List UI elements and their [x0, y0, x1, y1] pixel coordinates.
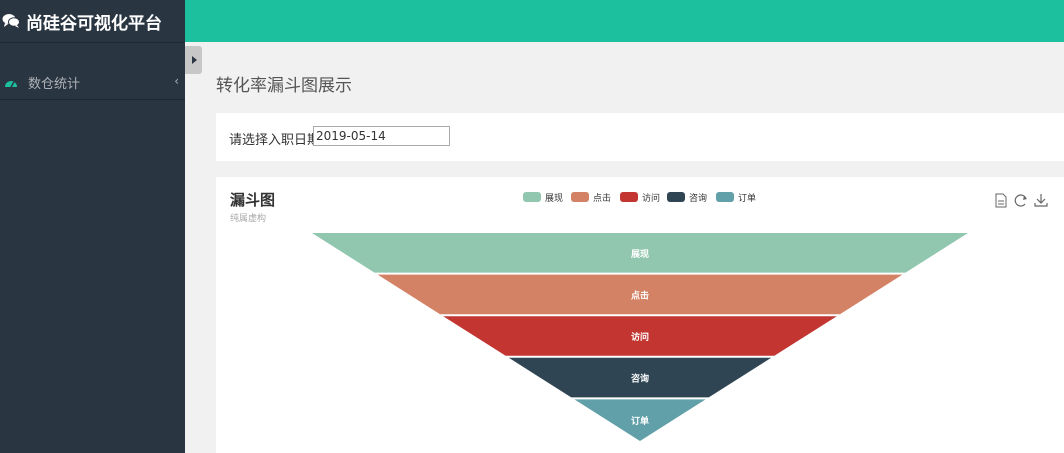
- funnel-segment-label: 订单: [631, 415, 649, 427]
- legend-label: 订单: [738, 192, 756, 204]
- chart-subtitle: 纯属虚构: [230, 212, 266, 224]
- caret-right-icon: [191, 56, 197, 64]
- sidebar: 尚硅谷可视化平台 数仓统计 ‹: [0, 0, 185, 453]
- legend-label: 访问: [642, 192, 660, 204]
- legend-swatch: [620, 192, 638, 202]
- legend-swatch: [667, 192, 685, 202]
- funnel-chart: 漏斗图纯属虚构展现 点击 访问 咨询 订单展现点击访问咨询订单: [230, 191, 1048, 441]
- legend-label: 展现: [545, 193, 563, 204]
- app-title: 尚硅谷可视化平台: [26, 13, 162, 34]
- legend-label: 点击: [593, 192, 611, 204]
- data-view-icon[interactable]: [995, 193, 1007, 208]
- chevron-left-icon: ‹: [174, 74, 179, 88]
- app-brand[interactable]: 尚硅谷可视化平台: [0, 0, 185, 42]
- funnel-segment-label: 访问: [631, 331, 649, 343]
- top-header-bar: [185, 0, 1064, 42]
- legend-label: 咨询: [689, 192, 707, 204]
- legend-swatch: [523, 192, 541, 202]
- legend-item[interactable]: 点击: [571, 192, 611, 204]
- sidebar-divider: [0, 42, 185, 43]
- date-input[interactable]: [313, 126, 450, 146]
- restore-icon[interactable]: [1014, 194, 1027, 207]
- legend-item[interactable]: 访问: [620, 192, 660, 204]
- funnel-segment-label: 点击: [631, 289, 649, 301]
- funnel-segment[interactable]: 访问: [443, 316, 837, 356]
- funnel-segment[interactable]: 咨询: [508, 357, 772, 398]
- date-filter-label: 请选择入职日期: [229, 133, 321, 148]
- save-image-icon[interactable]: [1034, 194, 1048, 207]
- funnel-segment-label: 展现: [631, 249, 649, 260]
- date-filter-panel: 请选择入职日期: [216, 113, 1064, 161]
- funnel-segment[interactable]: 点击: [377, 274, 903, 315]
- sidebar-toggle-button[interactable]: [185, 46, 202, 74]
- page-title: 转化率漏斗图展示: [216, 76, 352, 96]
- dashboard-icon: [5, 80, 17, 87]
- legend-item[interactable]: 展现: [523, 192, 563, 204]
- funnel-chart-panel: 漏斗图 纯属虚构 展现 点击 访问 咨询 订单 展现 点击 访问 咨询 订单: [216, 177, 1064, 453]
- funnel-segment-label: 咨询: [631, 373, 649, 385]
- funnel-segment[interactable]: 展现: [312, 233, 968, 273]
- chart-title: 漏斗图: [230, 191, 275, 209]
- funnel-segment[interactable]: 订单: [574, 399, 706, 441]
- legend-swatch: [571, 192, 589, 202]
- legend-item[interactable]: 订单: [716, 192, 756, 204]
- chat-bubbles-icon: [2, 14, 20, 28]
- sidebar-item-data-warehouse[interactable]: 数仓统计 ‹: [0, 66, 185, 100]
- legend-swatch: [716, 192, 734, 202]
- legend-item[interactable]: 咨询: [667, 192, 707, 204]
- sidebar-item-label: 数仓统计: [28, 77, 81, 92]
